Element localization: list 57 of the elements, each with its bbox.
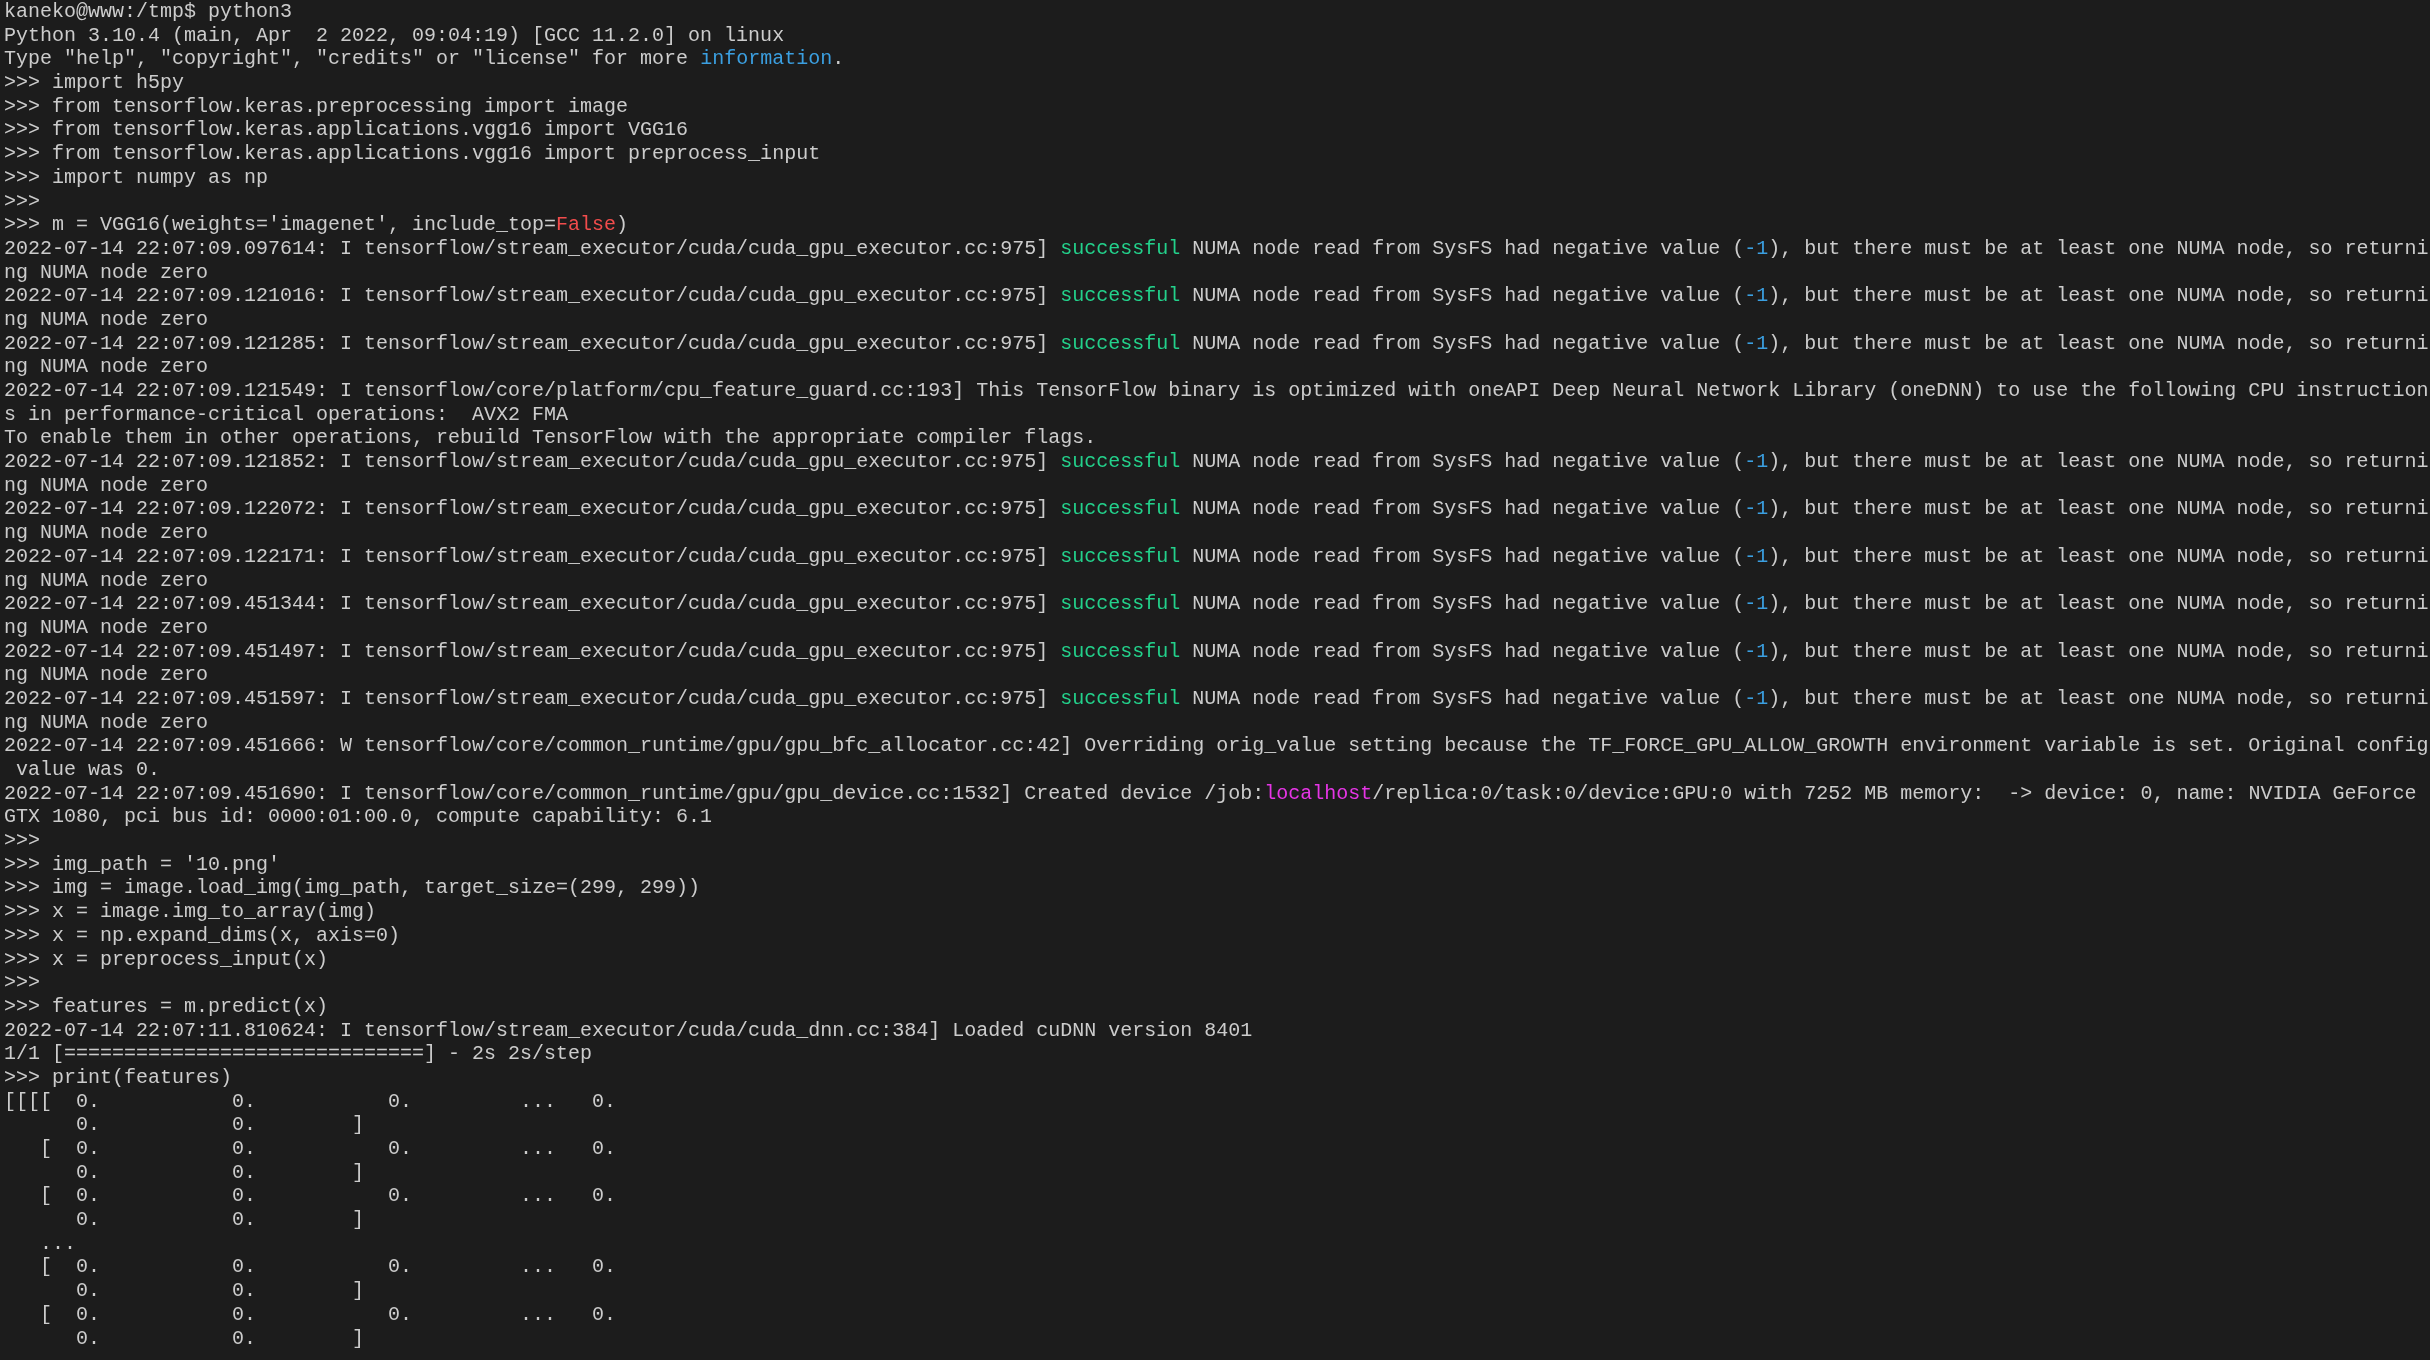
- terminal-line: 2022-07-14 22:07:09.121549: I tensorflow/core/platform/cpu_feature_guard.cc:193] This TensorFlow binary is optimized with oneAPI Deep Neural Network Library (oneDNN) to use the following CPU instruction: [4, 379, 2429, 403]
- terminal-line: ng NUMA node zero: [4, 521, 209, 545]
- terminal-line: Type "help", "copyright", "credits" or "license" for more information.: [4, 47, 845, 72]
- terminal-line: >>>: [4, 189, 40, 214]
- terminal-line: ...: [39, 1231, 76, 1256]
- terminal-line: 2022-07-14 22:07:09.121852: I tensorflow/stream_executor/cuda/cuda_gpu_executor.cc:975] successful NUMA node read from SysFS had negative value (-1), but there must be at least one NUMA node, so returni: [4, 450, 2429, 474]
- terminal-line: 1/1 [==============================] - 2s 2s/step: [4, 1042, 593, 1066]
- terminal-line: ng NUMA node zero: [4, 568, 209, 593]
- terminal-line: >>> img = image.load_img(img_path, target_size=(299, 299)): [4, 876, 701, 901]
- terminal-line: 2022-07-14 22:07:09.097614: I tensorflow/stream_executor/cuda/cuda_gpu_executor.cc:975] successful NUMA node read from SysFS had negative value (-1), but there must be at least one NUMA node, so returni: [4, 236, 2429, 261]
- terminal-line: kaneko@www:/tmp$ python3: [4, 0, 293, 24]
- terminal-line: >>> import numpy as np: [4, 165, 269, 190]
- terminal-line: >>> x = np.expand_dims(x, axis=0): [4, 923, 401, 948]
- terminal-line: 2022-07-14 22:07:09.451497: I tensorflow/stream_executor/cuda/cuda_gpu_executor.cc:975] successful NUMA node read from SysFS had negative value (-1), but there must be at least one NUMA node, so returni: [4, 639, 2429, 664]
- terminal-line: 2022-07-14 22:07:09.451666: W tensorflow/core/common_runtime/gpu/gpu_bfc_allocator.cc:42] Overriding orig_value setting because the TF_FORCE_GPU_ALLOW_GROWTH environment variable is set. Original config: [4, 734, 2429, 758]
- terminal-line: 0. 0. ]: [75, 1113, 365, 1137]
- terminal-line: >>> from tensorflow.keras.preprocessing import image: [4, 94, 629, 119]
- terminal-line: 2022-07-14 22:07:09.451344: I tensorflow/stream_executor/cuda/cuda_gpu_executor.cc:975] successful NUMA node read from SysFS had negative value (-1), but there must be at least one NUMA node, so returni: [4, 592, 2429, 616]
- terminal-line: [[[[ 0. 0. 0. ... 0.: [4, 1089, 617, 1114]
- terminal-line: ng NUMA node zero: [4, 663, 209, 687]
- terminal-line: 0. 0. ]: [75, 1279, 365, 1303]
- terminal-line: 2022-07-14 22:07:09.121285: I tensorflow/stream_executor/cuda/cuda_gpu_executor.cc:975] successful NUMA node read from SysFS had negative value (-1), but there must be at least one NUMA node, so returni: [4, 331, 2429, 356]
- terminal-line: 2022-07-14 22:07:09.451690: I tensorflow/core/common_runtime/gpu/gpu_device.cc:1532] Created device /job:localhost/replica:0/task:0/device:GPU:0 with 7252 MB memory: -> device: 0, name: NVIDIA GeForce: [4, 781, 2417, 806]
- terminal-line: ng NUMA node zero: [4, 307, 209, 332]
- terminal-line: ng NUMA node zero: [4, 615, 209, 640]
- terminal-line: >>> x = image.img_to_array(img): [4, 900, 377, 924]
- terminal-line: ng NUMA node zero: [4, 355, 209, 379]
- terminal-line: To enable them in other operations, rebuild TensorFlow with the appropriate compiler flags.: [4, 426, 1097, 451]
- terminal-line: 0. 0. ]: [75, 1208, 365, 1232]
- terminal-line: >>> x = preprocess_input(x): [4, 947, 329, 972]
- terminal-line: >>> m = VGG16(weights='imagenet', include_top=False): [4, 213, 629, 237]
- terminal-line: ng NUMA node zero: [4, 473, 209, 498]
- terminal-line: 2022-07-14 22:07:11.810624: I tensorflow/stream_executor/cuda/cuda_dnn.cc:384] Loaded cuDNN version 8401: [4, 1018, 1253, 1043]
- terminal-line: [ 0. 0. 0. ... 0.: [39, 1184, 617, 1209]
- terminal-line: >>> from tensorflow.keras.applications.vgg16 import VGG16: [4, 118, 689, 143]
- terminal-line: ng NUMA node zero: [4, 710, 209, 735]
- terminal-line: [ 0. 0. 0. ... 0.: [39, 1255, 617, 1280]
- terminal-line: 2022-07-14 22:07:09.451597: I tensorflow/stream_executor/cuda/cuda_gpu_executor.cc:975] successful NUMA node read from SysFS had negative value (-1), but there must be at least one NUMA node, so returni: [4, 686, 2429, 711]
- terminal-line: >>>: [4, 829, 40, 853]
- terminal-line: 0. 0. ]: [75, 1160, 365, 1185]
- terminal-line: >>>: [4, 971, 40, 995]
- terminal-line: 0. 0. ]: [75, 1326, 365, 1351]
- terminal-line: 2022-07-14 22:07:09.121016: I tensorflow/stream_executor/cuda/cuda_gpu_executor.cc:975] successful NUMA node read from SysFS had negative value (-1), but there must be at least one NUMA node, so returni: [4, 284, 2429, 308]
- terminal-line: [ 0. 0. 0. ... 0.: [39, 1137, 617, 1161]
- terminal-line: value was 0.: [15, 758, 161, 782]
- terminal-line: GTX 1080, pci bus id: 0000:01:00.0, compute capability: 6.1: [4, 805, 713, 830]
- terminal-line: >>> from tensorflow.keras.applications.vgg16 import preprocess_input: [4, 142, 821, 166]
- terminal-line: 2022-07-14 22:07:09.122072: I tensorflow/stream_executor/cuda/cuda_gpu_executor.cc:975] successful NUMA node read from SysFS had negative value (-1), but there must be at least one NUMA node, so returni: [4, 497, 2429, 522]
- terminal-line: Python 3.10.4 (main, Apr 2 2022, 09:04:19) [GCC 11.2.0] on linux: [4, 23, 785, 48]
- terminal-line: >>> import h5py: [4, 71, 185, 95]
- terminal-line: >>> features = m.predict(x): [4, 994, 329, 1019]
- terminal-line: ng NUMA node zero: [4, 260, 209, 285]
- terminal-line: [ 0. 0. 0. ... 0.: [39, 1302, 617, 1327]
- terminal-line: >>> print(features): [4, 1065, 233, 1090]
- terminal-line: s in performance-critical operations: AVX2 FMA: [4, 402, 569, 427]
- terminal-line: >>> img_path = '10.png': [4, 852, 281, 877]
- terminal-line: 2022-07-14 22:07:09.122171: I tensorflow/stream_executor/cuda/cuda_gpu_executor.cc:975] successful NUMA node read from SysFS had negative value (-1), but there must be at least one NUMA node, so returni: [4, 544, 2429, 569]
